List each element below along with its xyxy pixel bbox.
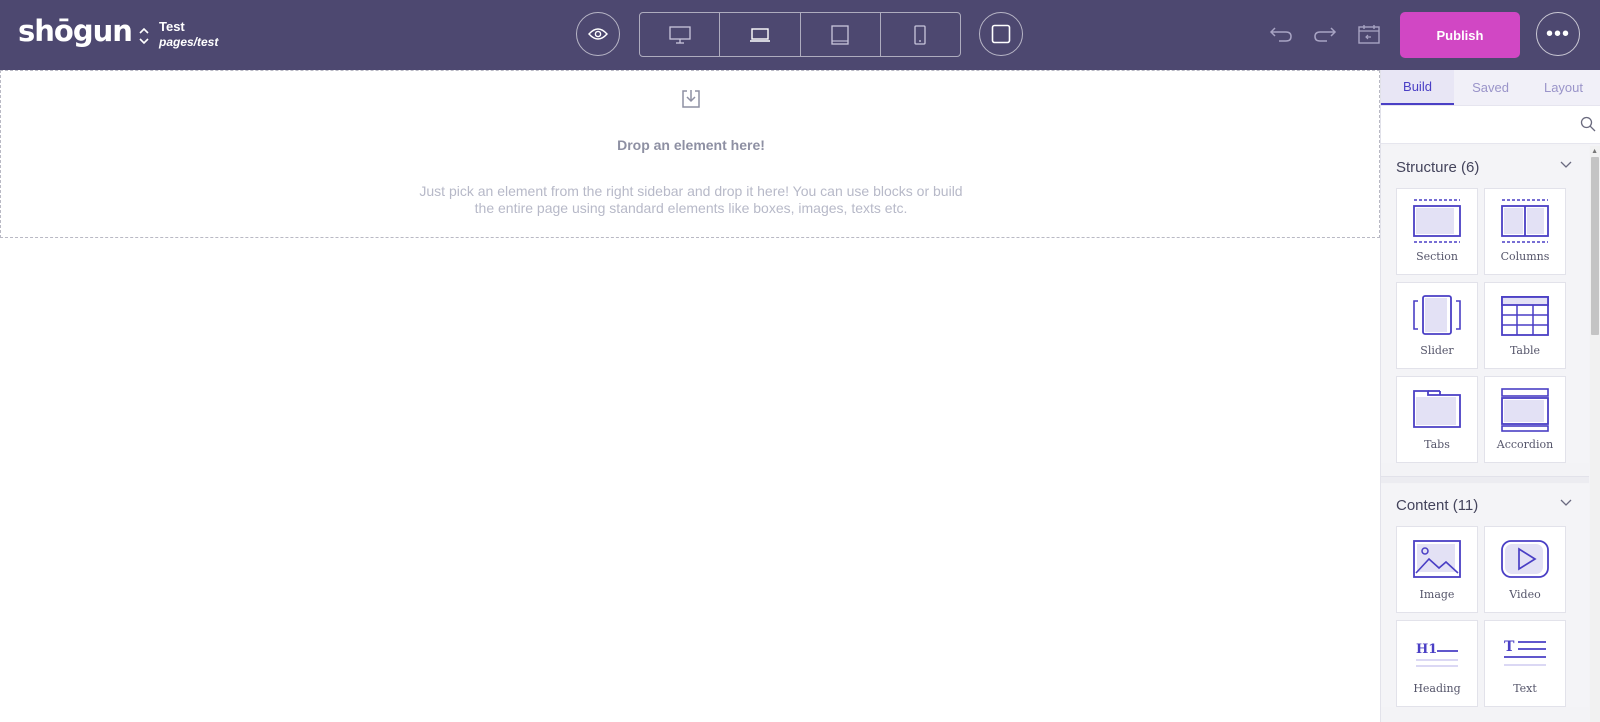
structure-title: Structure (6) (1396, 158, 1480, 176)
element-text[interactable]: T Text (1484, 620, 1566, 707)
content-section: Content (11) Image Video H1 Heading T Te… (1381, 484, 1589, 707)
content-header[interactable]: Content (11) (1381, 484, 1589, 526)
mobile-icon (914, 24, 927, 45)
redo-button[interactable] (1312, 22, 1338, 46)
element-label: Video (1509, 588, 1541, 601)
content-grid: Image Video H1 Heading T Text (1381, 526, 1589, 707)
structure-header[interactable]: Structure (6) (1381, 146, 1589, 188)
section-divider (1381, 476, 1589, 483)
element-tabs[interactable]: Tabs (1396, 376, 1478, 463)
scroll-up-arrow-icon[interactable]: ▲ (1591, 148, 1598, 155)
element-label: Image (1419, 588, 1455, 601)
page-info[interactable]: Test pages/test (159, 19, 218, 51)
tab-build[interactable]: Build (1381, 70, 1454, 105)
slider-icon (1413, 295, 1461, 335)
heading-icon: H1 (1416, 642, 1458, 667)
preview-button[interactable] (576, 12, 620, 56)
svg-text:T: T (1504, 639, 1515, 655)
page-title: Test (159, 19, 185, 34)
drop-zone[interactable]: Drop an element here! Just pick an eleme… (0, 70, 1380, 238)
undo-button[interactable] (1268, 22, 1294, 46)
laptop-icon (749, 27, 770, 42)
elements-sidebar: Build Saved Layout Structure (6) Section… (1380, 70, 1600, 722)
top-bar: shōgun Test pages/test Publish ••• (0, 0, 1600, 70)
element-label: Accordion (1496, 438, 1554, 451)
tab-layout[interactable]: Layout (1527, 70, 1600, 105)
columns-icon (1501, 199, 1549, 243)
element-label: Heading (1413, 682, 1461, 695)
page-canvas: Drop an element here! Just pick an eleme… (0, 70, 1380, 722)
chevron-down-icon (1560, 499, 1572, 506)
element-label: Section (1416, 250, 1458, 263)
element-label: Tabs (1424, 438, 1450, 451)
element-label: Columns (1500, 250, 1550, 263)
mobile-view-button[interactable] (881, 13, 960, 56)
element-image[interactable]: Image (1396, 526, 1478, 613)
accordion-icon (1501, 388, 1549, 432)
more-options-button[interactable]: ••• (1536, 12, 1580, 56)
element-video[interactable]: Video (1484, 526, 1566, 613)
page-path: pages/test (159, 35, 219, 49)
svg-text:H1: H1 (1416, 642, 1437, 657)
text-icon: T (1504, 639, 1546, 666)
element-slider[interactable]: Slider (1396, 282, 1478, 369)
structure-grid: Section Columns Slider Table Tabs Accord… (1381, 188, 1589, 463)
element-columns[interactable]: Columns (1484, 188, 1566, 275)
schedule-button[interactable] (1356, 22, 1382, 46)
calendar-icon (1358, 25, 1380, 44)
sidebar-tabs: Build Saved Layout (1381, 70, 1600, 106)
drop-description-line-2: the entire page using standard elements … (474, 200, 908, 216)
desktop-view-button[interactable] (640, 13, 721, 56)
tablet-icon (831, 24, 849, 45)
undo-icon (1269, 27, 1292, 42)
laptop-view-button[interactable] (720, 13, 801, 56)
content-title: Content (11) (1396, 496, 1479, 514)
shogun-logo[interactable]: shōgun (18, 14, 133, 48)
square-frame-icon (991, 24, 1011, 44)
structure-section: Structure (6) Section Columns Slider Tab… (1381, 146, 1589, 463)
page-switcher-chevrons-icon[interactable] (137, 24, 151, 48)
device-switcher (639, 12, 961, 57)
table-icon (1501, 296, 1549, 336)
drop-download-icon (681, 89, 701, 114)
eye-icon (588, 28, 608, 40)
element-section[interactable]: Section (1396, 188, 1478, 275)
chevron-down-icon (1560, 161, 1572, 168)
drop-title: Drop an element here! (617, 137, 765, 153)
publish-button[interactable]: Publish (1400, 12, 1520, 58)
sidebar-scroll-thumb[interactable] (1591, 157, 1599, 335)
element-search-input[interactable] (1381, 106, 1600, 144)
element-heading[interactable]: H1 Heading (1396, 620, 1478, 707)
element-label: Table (1509, 344, 1541, 357)
ellipsis-icon: ••• (1545, 22, 1570, 45)
element-accordion[interactable]: Accordion (1484, 376, 1566, 463)
element-label: Text (1513, 682, 1537, 695)
image-icon (1413, 540, 1461, 578)
drop-description-line-1: Just pick an element from the right side… (419, 183, 963, 199)
redo-icon (1314, 27, 1337, 42)
element-table[interactable]: Table (1484, 282, 1566, 369)
section-icon (1413, 199, 1461, 243)
tablet-view-button[interactable] (801, 13, 881, 56)
search-icon[interactable] (1580, 116, 1596, 132)
desktop-icon (668, 25, 691, 44)
tabs-icon (1413, 390, 1461, 428)
drop-description: Just pick an element from the right side… (416, 183, 966, 217)
element-label: Slider (1420, 344, 1454, 357)
video-play-icon (1501, 540, 1549, 578)
tab-saved[interactable]: Saved (1454, 70, 1527, 105)
frame-toggle-button[interactable] (979, 12, 1023, 56)
